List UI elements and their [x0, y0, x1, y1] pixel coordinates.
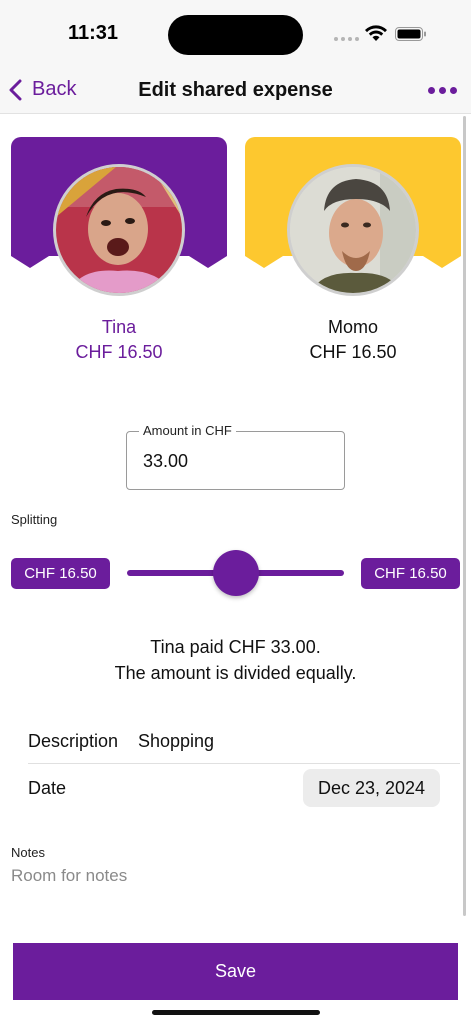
description-label: Description	[28, 731, 119, 751]
divider	[28, 763, 460, 764]
splitting-label: Splitting	[11, 512, 58, 527]
battery-icon	[395, 27, 426, 41]
home-indicator	[152, 1010, 320, 1015]
avatar-tina	[53, 164, 185, 296]
summary-line-paid: Tina paid CHF 33.00.	[150, 637, 321, 657]
person-amount: CHF 16.50	[75, 342, 163, 362]
person-card-tina[interactable]: Tina CHF 16.50	[11, 137, 227, 385]
person-name: Momo	[327, 317, 378, 337]
wifi-icon	[365, 25, 387, 41]
summary-line-division: The amount is divided equally.	[114, 663, 357, 683]
status-time: 11:31	[68, 22, 119, 44]
notes-input[interactable]: Room for notes	[11, 866, 127, 886]
dynamic-island	[168, 15, 303, 55]
person-card-momo[interactable]: Momo CHF 16.50	[245, 137, 461, 385]
amount-field[interactable]: Amount in CHF	[126, 423, 345, 490]
cellular-signal-icon	[334, 37, 359, 41]
status-bar: 11:31	[0, 0, 471, 68]
scroll-indicator	[463, 116, 466, 916]
more-options-icon[interactable]	[428, 87, 457, 94]
split-summary: Tina paid CHF 33.00. The amount is divid…	[0, 634, 471, 686]
split-right-value: CHF 16.50	[361, 558, 460, 589]
date-label: Date	[28, 778, 67, 798]
split-slider-thumb[interactable]	[212, 550, 259, 596]
description-value[interactable]: Shopping	[138, 731, 214, 752]
avatar-momo	[287, 164, 419, 296]
split-left-value: CHF 16.50	[11, 558, 110, 589]
person-amount: CHF 16.50	[309, 342, 397, 362]
tina-photo	[56, 167, 182, 293]
navigation-bar: Back Edit shared expense	[0, 68, 471, 114]
page-title: Edit shared expense	[138, 79, 333, 101]
date-picker-button[interactable]: Dec 23, 2024	[303, 769, 440, 807]
momo-photo	[290, 167, 416, 293]
amount-label: Amount in CHF	[139, 423, 236, 438]
person-name: Tina	[101, 317, 137, 337]
notes-label: Notes	[11, 845, 45, 860]
save-button[interactable]: Save	[13, 943, 458, 1000]
amount-input[interactable]	[143, 451, 333, 472]
